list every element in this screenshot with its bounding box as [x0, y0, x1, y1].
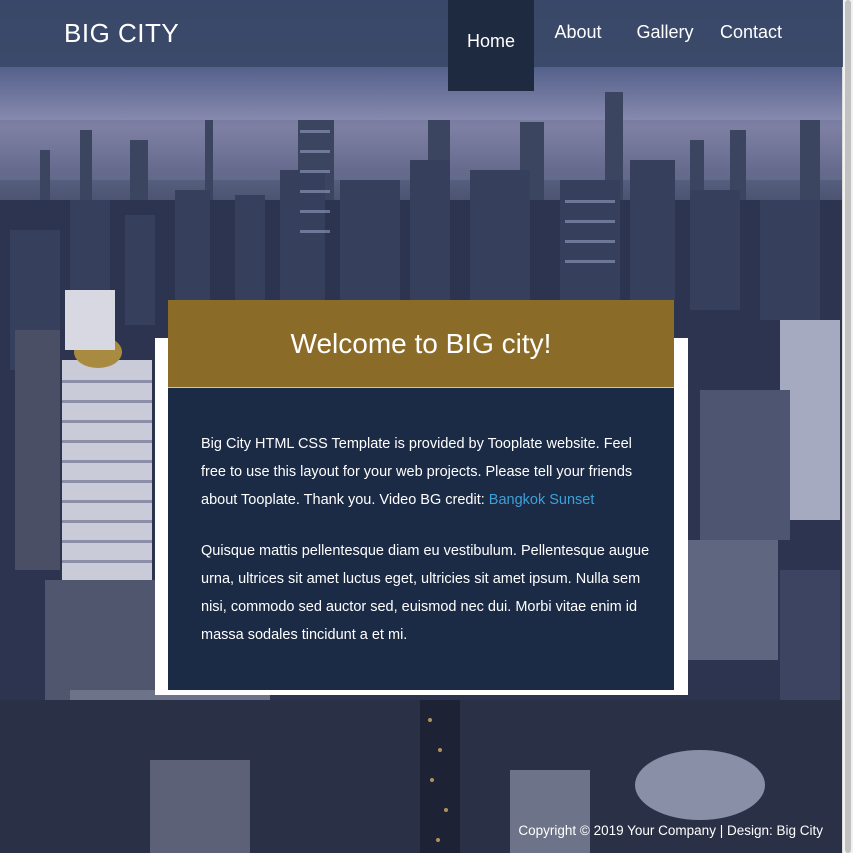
- nav-about[interactable]: About: [534, 0, 622, 67]
- video-credit-link[interactable]: Bangkok Sunset: [489, 492, 595, 508]
- scrollbar[interactable]: [842, 0, 853, 853]
- scrollbar-thumb[interactable]: [845, 0, 851, 853]
- welcome-paragraph-2: Quisque mattis pellentesque diam eu vest…: [201, 543, 650, 643]
- welcome-body: Big City HTML CSS Template is provided b…: [201, 430, 651, 672]
- welcome-paragraph-1: Big City HTML CSS Template is provided b…: [201, 430, 651, 514]
- site-header: BIG CITY Home About Gallery Contact: [0, 0, 843, 91]
- footer-copyright: Copyright © 2019 Your Company | Design: …: [518, 823, 823, 838]
- welcome-title: Welcome to BIG city!: [290, 327, 552, 359]
- welcome-title-bar: Welcome to BIG city!: [168, 300, 674, 388]
- nav-gallery[interactable]: Gallery: [622, 0, 708, 67]
- nav-home[interactable]: Home: [448, 0, 534, 91]
- nav-contact[interactable]: Contact: [708, 0, 794, 67]
- main-nav: Home About Gallery Contact: [448, 0, 794, 91]
- welcome-panel: Welcome to BIG city! Big City HTML CSS T…: [168, 300, 674, 690]
- brand-logo[interactable]: BIG CITY: [64, 18, 179, 49]
